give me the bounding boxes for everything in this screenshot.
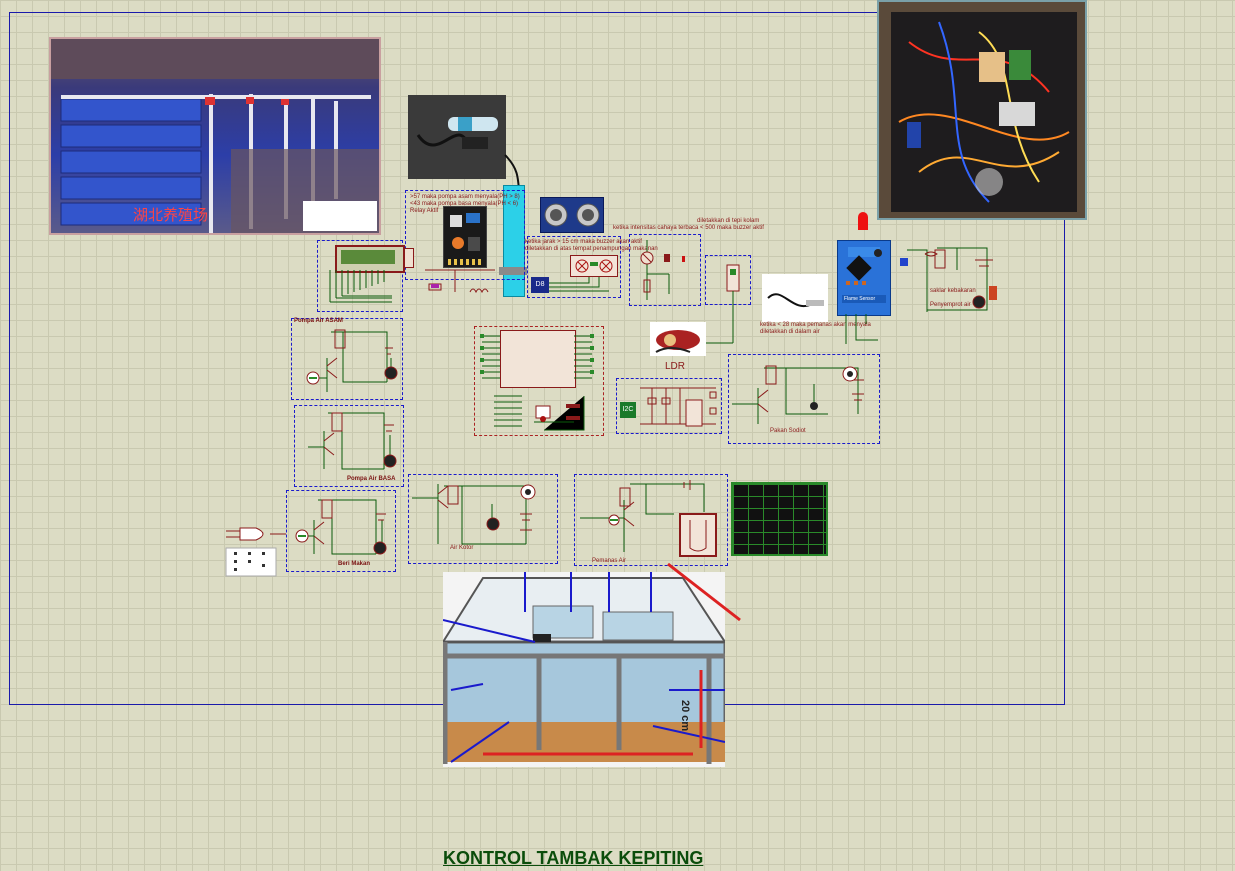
flame-sensor-label: Flame Sensor xyxy=(844,296,876,302)
pemanas-air-circuit xyxy=(580,480,717,557)
ph-probe xyxy=(416,117,498,149)
ldr-photo xyxy=(650,322,706,356)
ldr-circuit xyxy=(640,240,685,300)
crab-farm-photo: 湖北养殖场 xyxy=(49,37,381,235)
lcd-connector xyxy=(404,248,414,268)
graph-display xyxy=(731,482,828,556)
flame-sensor-led xyxy=(858,212,868,230)
temperature-probe-photo xyxy=(762,274,828,322)
ultrasonic-note-1: ketika jarak > 15 cm maka buzzer akan ak… xyxy=(525,239,642,245)
ph-module-board xyxy=(443,206,487,268)
pompa-asam-circuit xyxy=(306,329,398,392)
temp-note-2: diletakkan di dalam air xyxy=(760,329,820,335)
ultrasonic-schematic-symbols xyxy=(575,259,613,273)
fire-note-1: saklar kebakaran xyxy=(930,288,976,294)
air-kotor-circuit xyxy=(412,484,536,545)
ldr-label: LDR xyxy=(665,361,686,372)
microcontroller-pins xyxy=(480,334,594,431)
control-box-wiring xyxy=(891,12,1077,212)
ph-note-1: >57 maka pompa asam menyala(PH > 8) xyxy=(410,194,520,200)
temp-sensor-circuit xyxy=(705,264,740,344)
d8-module: D8 xyxy=(531,277,549,293)
ultrasonic-sensor xyxy=(540,197,604,233)
ldr-note-2: ketika intensitas cahaya terbaca < 500 m… xyxy=(613,225,764,231)
ph-module-chip xyxy=(448,213,481,265)
flame-sensor-wiring xyxy=(845,314,878,344)
crab-farm-racks xyxy=(51,39,379,233)
ultrasonic-transducers xyxy=(544,203,600,227)
pompa-basa-circuit xyxy=(308,412,397,470)
page-title: KONTROL TAMBAK KEPITING xyxy=(443,848,704,868)
pond-dimension-label: 20 cm xyxy=(679,700,691,732)
control-box-photo xyxy=(877,0,1087,220)
ldr-note-1: diletakkan di tepi kolam xyxy=(697,218,760,224)
fire-note-2: Penyemprot air xyxy=(930,302,971,308)
lcd-wiring xyxy=(329,270,392,303)
ldr-component xyxy=(655,330,700,353)
ph-bottom-circuit xyxy=(425,269,495,294)
lcd-display xyxy=(335,245,405,273)
ph-sensor-photo xyxy=(408,95,506,179)
i2c-circuit xyxy=(640,387,717,427)
pakan-sodiot-circuit xyxy=(732,365,864,424)
ultrasonic-wiring xyxy=(549,277,609,292)
flame-sensor-module: Flame Sensor xyxy=(837,240,891,316)
ph-note-3: Relay Aktif xyxy=(410,208,439,214)
temperature-probe xyxy=(767,293,824,307)
ultrasonic-module xyxy=(570,255,618,277)
photo-caption: 湖北养殖场 xyxy=(133,206,209,224)
d8-label: D8 xyxy=(535,281,545,288)
red-pointer-line xyxy=(667,562,741,622)
beri-makan-circuit xyxy=(295,499,387,555)
flame-sensor-board xyxy=(842,247,886,303)
logic-gate-and-switches xyxy=(225,527,286,577)
